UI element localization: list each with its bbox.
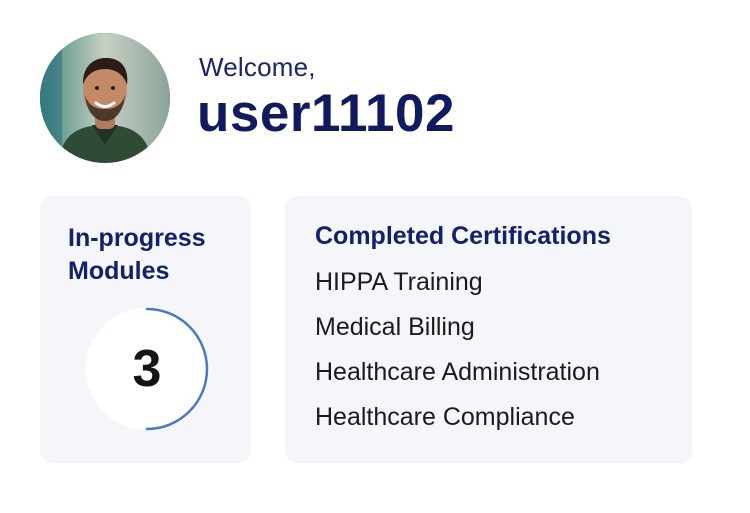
certification-item[interactable]: Healthcare Compliance	[315, 401, 600, 446]
avatar	[40, 33, 170, 163]
certification-item[interactable]: HIPPA Training	[315, 266, 600, 311]
progress-ring: 3	[84, 306, 210, 432]
certification-item[interactable]: Medical Billing	[315, 311, 600, 356]
welcome-greeting: Welcome,	[199, 52, 316, 82]
in-progress-count: 3	[132, 340, 162, 398]
in-progress-modules-card[interactable]: In-progress Modules 3	[40, 196, 251, 463]
avatar-image	[40, 33, 170, 163]
certifications-title: Completed Certifications	[315, 222, 611, 250]
certifications-list: HIPPA Training Medical Billing Healthcar…	[315, 266, 600, 446]
username-heading: user11102	[197, 84, 455, 143]
in-progress-title: In-progress Modules	[68, 224, 206, 285]
certification-item[interactable]: Healthcare Administration	[315, 356, 600, 401]
completed-certifications-card: Completed Certifications HIPPA Training …	[285, 196, 692, 463]
dashboard-page: Welcome, user11102 In-progress Modules 3…	[0, 0, 750, 513]
